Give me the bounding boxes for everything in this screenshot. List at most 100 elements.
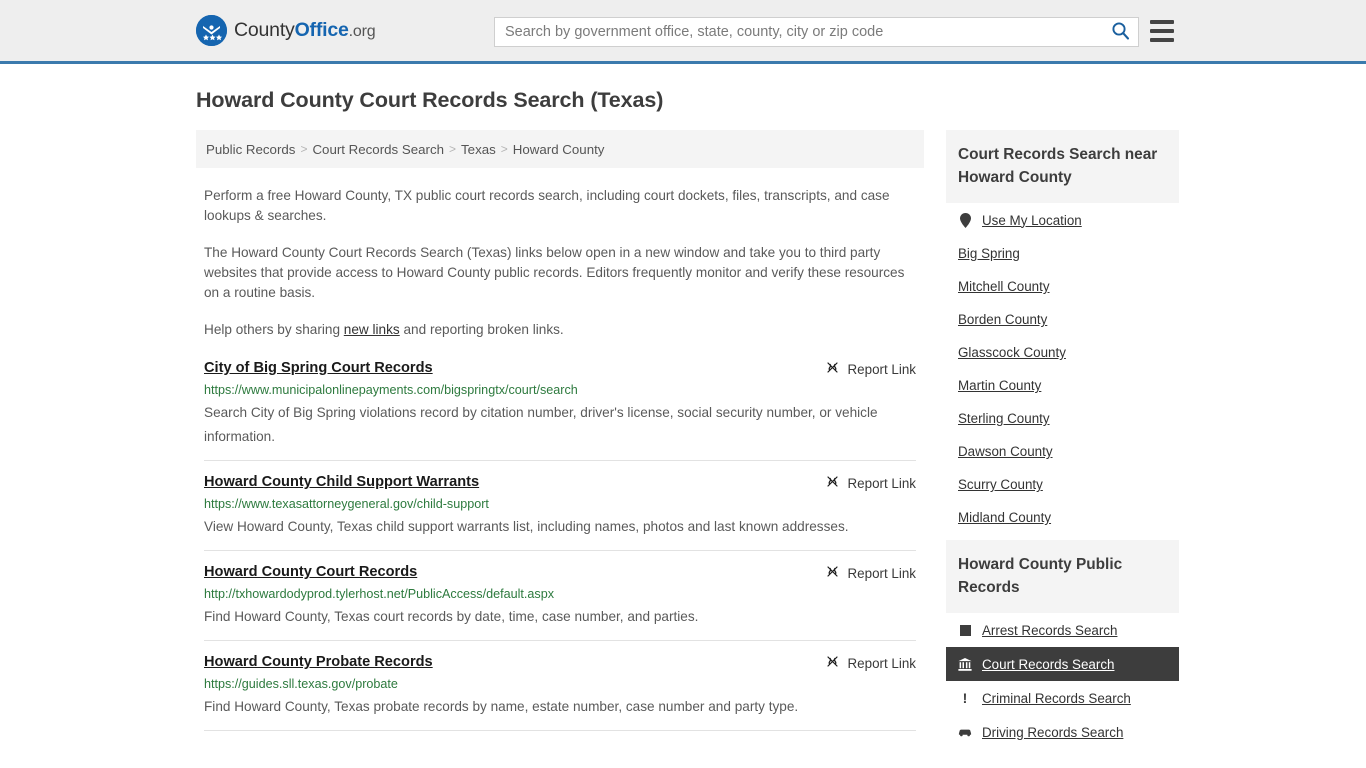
sidebar-item-label: Midland County [958,510,1052,525]
sidebar-item-court-records-search[interactable]: Court Records Search [946,647,1179,681]
resource-title-link[interactable]: Howard County Probate Records [204,653,433,672]
sidebar-item-label: Sterling County [958,411,1050,426]
breadcrumb-item-howard-county: Howard County [512,141,605,157]
sidebar-item-glasscock-county[interactable]: Glasscock County [946,336,1179,369]
breadcrumb-item-public-records[interactable]: Public Records [206,142,295,157]
sidebar-item-label: Criminal Records Search [982,690,1131,706]
sidebar-item-dawson-county[interactable]: Dawson County [946,435,1179,468]
resource-url: https://www.municipalonlinepayments.com/… [204,383,578,397]
sidebar-item-label: Borden County [958,312,1048,327]
list-item: Sterling County [946,402,1179,435]
resource-description: View Howard County, Texas child support … [204,519,849,534]
page-title: Howard County Court Records Search (Texa… [196,88,664,112]
link-row: Howard County Child Support Warrants Rep… [204,473,916,492]
site-logo-text: CountyOffice.org [234,19,376,42]
broken-link-icon [825,474,840,492]
intro-section: Perform a free Howard County, TX public … [196,186,924,340]
report-link-button[interactable]: Report Link [825,359,916,378]
intro-p3-after: and reporting broken links. [399,322,564,337]
list-item: Mitchell County [946,270,1179,303]
logo-text-tld: .org [348,23,376,40]
report-link-button[interactable]: Report Link [825,563,916,582]
resource-title-link[interactable]: Howard County Court Records [204,563,417,582]
sidebar-item-label: Court Records Search [982,656,1115,672]
hamburger-bar-3 [1150,38,1174,42]
breadcrumb: Public Records > Court Records Search > … [196,130,924,168]
list-item: Dawson County [946,435,1179,468]
report-link-label: Report Link [847,361,916,377]
link-row: City of Big Spring Court Records Report … [204,359,916,378]
sidebar-item-label: Arrest Records Search [982,622,1118,638]
sidebar-item-label: Martin County [958,378,1042,393]
list-item: Martin County [946,369,1179,402]
car-icon [958,724,972,740]
hamburger-menu-icon[interactable] [1150,20,1174,42]
sidebar-nearby-list: Use My Location Big Spring Mitchell Coun… [946,203,1179,534]
breadcrumb-item-court-records-search[interactable]: Court Records Search [312,142,444,157]
list-item: Howard County Child Support Warrants Rep… [204,473,916,551]
resource-description: Find Howard County, Texas probate record… [204,699,799,714]
list-item: ! Criminal Records Search [946,681,1179,715]
sidebar-item-label: Dawson County [958,444,1053,459]
sidebar-item-arrest-records-search[interactable]: Arrest Records Search [946,613,1179,647]
site-logo[interactable]: CountyOffice.org [196,15,376,46]
report-link-button[interactable]: Report Link [825,473,916,492]
sidebar-item-big-spring[interactable]: Big Spring [946,237,1179,270]
sidebar-item-borden-county[interactable]: Borden County [946,303,1179,336]
report-link-label: Report Link [847,655,916,671]
breadcrumb-item-texas[interactable]: Texas [461,142,496,157]
link-row: Howard County Probate Records Report Lin… [204,653,916,672]
sidebar-item-scurry-county[interactable]: Scurry County [946,468,1179,501]
new-links-link[interactable]: new links [344,322,400,337]
report-link-button[interactable]: Report Link [825,653,916,672]
sidebar-nearby-heading: Court Records Search near Howard County [946,130,1179,203]
sidebar-item-label: Big Spring [958,246,1020,261]
list-item: Scurry County [946,468,1179,501]
intro-paragraph-3: Help others by sharing new links and rep… [204,320,916,340]
sidebar-item-use-my-location[interactable]: Use My Location [946,203,1179,237]
resource-url: http://txhowardodyprod.tylerhost.net/Pub… [204,587,555,601]
list-item: Borden County [946,303,1179,336]
list-item: Use My Location [946,203,1179,237]
resource-url: https://guides.sll.texas.gov/probate [204,677,398,691]
sidebar-item-label: Scurry County [958,477,1043,492]
intro-p3-before: Help others by sharing [204,322,344,337]
resource-title-link[interactable]: Howard County Child Support Warrants [204,473,479,492]
logo-text-office: Office [294,19,349,41]
courthouse-icon [958,656,972,672]
list-item: Midland County [946,501,1179,534]
broken-link-icon [825,564,840,582]
page-container: Howard County Court Records Search (Texa… [0,88,1366,755]
sidebar: Court Records Search near Howard County … [946,130,1179,755]
resource-link-list: City of Big Spring Court Records Report … [196,359,924,731]
sidebar-item-midland-county[interactable]: Midland County [946,501,1179,534]
county-office-logo-icon [196,15,227,46]
report-link-label: Report Link [847,565,916,581]
sidebar-item-martin-county[interactable]: Martin County [946,369,1179,402]
resource-description: Find Howard County, Texas court records … [204,609,699,624]
sidebar-public-records-heading: Howard County Public Records [946,540,1179,613]
sidebar-item-sterling-county[interactable]: Sterling County [946,402,1179,435]
sidebar-item-label: Use My Location [982,212,1082,228]
main-column: Public Records > Court Records Search > … [196,130,924,743]
broken-link-icon [825,360,840,378]
search-bar[interactable] [494,17,1139,47]
intro-paragraph-2: The Howard County Court Records Search (… [204,245,905,300]
report-link-label: Report Link [847,475,916,491]
sidebar-item-driving-records-search[interactable]: Driving Records Search [946,715,1179,749]
square-icon [958,622,972,638]
list-item: Big Spring [946,237,1179,270]
breadcrumb-separator-2: > [449,142,457,156]
content-columns: Public Records > Court Records Search > … [196,130,1366,755]
link-row: Howard County Court Records Report Link [204,563,916,582]
sidebar-item-label: Mitchell County [958,279,1050,294]
logo-text-county: County [234,19,295,41]
search-input[interactable] [495,18,1102,46]
list-item: Arrest Records Search [946,613,1179,647]
resource-url: https://www.texasattorneygeneral.gov/chi… [204,497,489,511]
sidebar-item-mitchell-county[interactable]: Mitchell County [946,270,1179,303]
resource-title-link[interactable]: City of Big Spring Court Records [204,359,433,378]
map-pin-icon [958,212,972,228]
search-button[interactable] [1102,18,1138,46]
sidebar-item-criminal-records-search[interactable]: ! Criminal Records Search [946,681,1179,715]
